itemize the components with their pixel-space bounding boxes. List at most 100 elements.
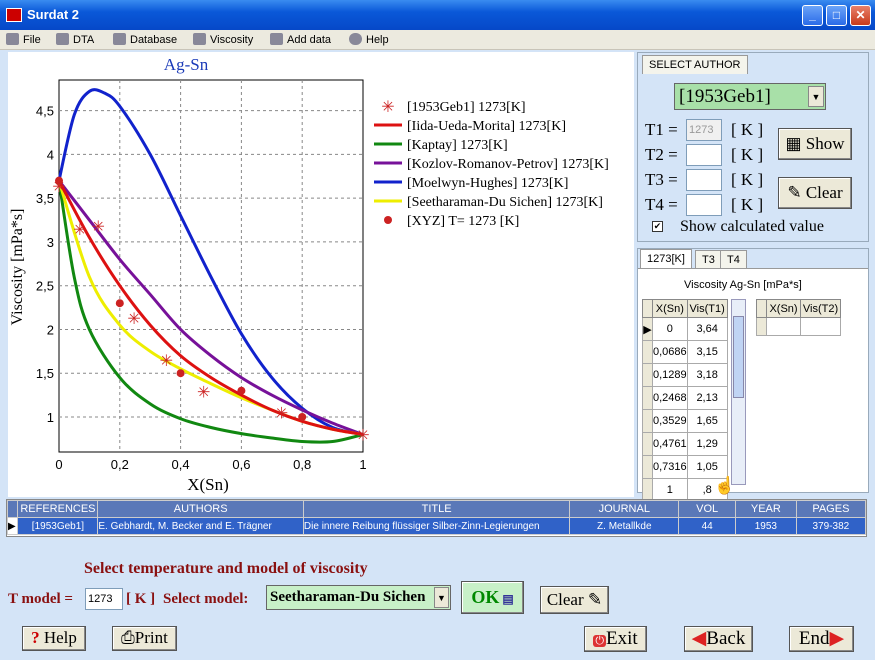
t3-label: T3 = bbox=[645, 170, 678, 189]
legend-swatch: ✳ bbox=[381, 99, 394, 116]
ref-header-year: YEAR bbox=[734, 500, 797, 518]
viscosity-icon bbox=[193, 33, 206, 45]
tab-1273k[interactable]: 1273[K] bbox=[640, 249, 692, 268]
viscosity-table[interactable]: X(Sn) Vis(T1) ▶ 0 3,64 0,0686 3,15 0,1289 3,18 0… bbox=[642, 299, 728, 502]
t2-label: T2 = bbox=[645, 145, 678, 164]
chart-title: Ag-Sn bbox=[164, 55, 209, 74]
x-tick-label: 0,8 bbox=[293, 457, 311, 472]
menu-dta[interactable]: DTA bbox=[56, 33, 94, 46]
legend-label: [1953Geb1] 1273[K] bbox=[407, 100, 526, 115]
t2-input[interactable] bbox=[686, 144, 722, 166]
table-cell[interactable]: 0,2468 bbox=[652, 386, 688, 410]
table-row[interactable]: ▶ 0 3,64 bbox=[642, 317, 728, 341]
exit-button[interactable]: ⏻ Exit bbox=[584, 626, 647, 652]
table-cell[interactable]: 0 bbox=[652, 317, 688, 341]
grid-caption: Viscosity Ag-Sn [mPa*s] bbox=[684, 279, 802, 291]
show-calculated-checkbox[interactable]: ✔ bbox=[652, 221, 663, 232]
model-select[interactable]: Seetharaman-Du Sichen ▼ bbox=[266, 585, 451, 610]
geb-data-point: ✳ bbox=[127, 311, 140, 328]
table-cell[interactable]: 3,15 bbox=[686, 340, 728, 364]
ref-header-journal: JOURNAL bbox=[569, 500, 680, 518]
menu-database[interactable]: Database bbox=[113, 33, 177, 46]
t1-unit: [ K ] bbox=[731, 120, 764, 139]
menu-file[interactable]: File bbox=[6, 33, 41, 46]
table-cell[interactable]: 1,65 bbox=[686, 409, 728, 433]
clear-model-button[interactable]: Clear ✎ bbox=[540, 586, 609, 614]
t-model-unit: [ K ] bbox=[126, 591, 156, 607]
end-button[interactable]: End▶ bbox=[789, 626, 854, 652]
y-tick-label: 4 bbox=[47, 147, 54, 162]
xyz-data-point bbox=[115, 299, 124, 308]
table-cell[interactable]: 0,1289 bbox=[652, 363, 688, 387]
t1-label: T1 = bbox=[645, 120, 678, 139]
menu-help[interactable]: Help bbox=[349, 33, 389, 46]
tab-select-author[interactable]: SELECT AUTHOR bbox=[642, 55, 748, 74]
minimize-button[interactable]: _ bbox=[802, 5, 823, 26]
t3-input[interactable] bbox=[686, 169, 722, 191]
x-tick-label: 0,4 bbox=[172, 457, 190, 472]
chart-grid: 0 0,2 0,4 0,6 0,8 1 1 1,5 2 2,5 3 3,5 4 4,5 bbox=[36, 79, 367, 472]
table-row[interactable]: 0,4761 1,29 bbox=[642, 432, 728, 456]
print-button[interactable]: ⎙Print bbox=[112, 626, 177, 651]
table-row[interactable]: 0,3529 1,65 bbox=[642, 409, 728, 433]
y-axis-label: Viscosity [mPa*s] bbox=[9, 209, 26, 326]
table-row[interactable]: 0,0686 3,15 bbox=[642, 340, 728, 364]
table-cell[interactable]: 0,0686 bbox=[652, 340, 688, 364]
ref-cell[interactable]: 1953 bbox=[734, 517, 797, 535]
ref-cell[interactable]: [1953Geb1] bbox=[17, 517, 99, 535]
ref-cell[interactable]: E. Gebhardt, M. Becker and E. Trägner bbox=[97, 517, 304, 535]
ok-button[interactable]: OK ▤ bbox=[461, 581, 524, 614]
tab-t4[interactable]: T4 bbox=[720, 250, 747, 269]
power-icon: ⏻ bbox=[593, 635, 607, 647]
title-bar: Surdat 2 _ □ ✕ bbox=[0, 0, 875, 30]
table-row[interactable]: 0,1289 3,18 bbox=[642, 363, 728, 387]
ref-header-authors: AUTHORS bbox=[97, 500, 304, 518]
arrow-right-icon: ▶ bbox=[829, 628, 845, 649]
ref-cell[interactable]: Z. Metallkde bbox=[569, 517, 680, 535]
table-cell[interactable]: 0,3529 bbox=[652, 409, 688, 433]
database-icon bbox=[113, 33, 126, 45]
chevron-down-icon[interactable]: ▼ bbox=[434, 587, 449, 608]
eraser-icon: ✎ bbox=[583, 590, 603, 609]
xyz-data-point bbox=[298, 412, 307, 421]
table-cell[interactable]: 2,13 bbox=[686, 386, 728, 410]
table-cell[interactable]: 0,4761 bbox=[652, 432, 688, 456]
menu-viscosity[interactable]: Viscosity bbox=[193, 33, 253, 46]
ref-cell[interactable]: 44 bbox=[678, 517, 736, 535]
t4-input[interactable] bbox=[686, 194, 722, 216]
file-icon bbox=[6, 33, 19, 45]
t1-input[interactable]: 1273 bbox=[686, 119, 722, 141]
y-tick-label: 1,5 bbox=[36, 366, 54, 381]
model-heading: Select temperature and model of viscosit… bbox=[84, 560, 368, 577]
table-row[interactable]: 0,2468 2,13 bbox=[642, 386, 728, 410]
window-title: Surdat 2 bbox=[27, 7, 80, 22]
x-axis-label: X(Sn) bbox=[187, 475, 229, 494]
viscosity-grid-panel: 1273[K] T3 T4 Viscosity Ag-Sn [mPa*s] X(… bbox=[637, 248, 869, 502]
table-cell[interactable]: 3,18 bbox=[686, 363, 728, 387]
chevron-down-icon[interactable]: ▼ bbox=[808, 86, 824, 107]
legend-label: [XYZ] T= 1273 [K] bbox=[407, 214, 519, 229]
close-button[interactable]: ✕ bbox=[850, 5, 871, 26]
table-scrollbar[interactable] bbox=[731, 299, 746, 485]
table-cell[interactable]: 0,7316 bbox=[652, 455, 688, 479]
ref-cell[interactable]: Die innere Reibung flüssiger Silber-Zinn… bbox=[302, 517, 571, 535]
table-cell[interactable]: 1,29 bbox=[686, 432, 728, 456]
help-button[interactable]: ? Help bbox=[22, 626, 86, 651]
author-select[interactable]: [1953Geb1] ▼ bbox=[674, 83, 826, 110]
x-tick-label: 0,6 bbox=[232, 457, 250, 472]
show-button[interactable]: ▦ Show bbox=[778, 128, 852, 160]
references-table[interactable]: REFERENCES AUTHORS TITLE JOURNAL VOL YEAR PAGE… bbox=[6, 499, 867, 537]
tab-t3[interactable]: T3 bbox=[695, 250, 722, 269]
back-button[interactable]: ◀Back bbox=[684, 626, 753, 652]
legend-label: [Seetharaman-Du Sichen] 1273[K] bbox=[407, 195, 603, 210]
table-cell[interactable]: 3,64 bbox=[686, 317, 728, 341]
clear-author-button[interactable]: ✎ Clear bbox=[778, 177, 852, 209]
chart-legend: ✳ [1953Geb1] 1273[K] [Iida-Ueda-Morita] 12… bbox=[370, 94, 634, 231]
maximize-button[interactable]: □ bbox=[826, 5, 847, 26]
ref-cell[interactable]: 379-382 bbox=[795, 517, 867, 535]
menu-add-data[interactable]: Add data bbox=[270, 33, 331, 46]
y-tick-label: 4,5 bbox=[36, 104, 54, 119]
t-model-input[interactable]: 1273 bbox=[85, 588, 123, 610]
viscosity-table-2[interactable]: X(Sn) Vis(T2) bbox=[756, 299, 841, 336]
table-row[interactable]: ▶ [1953Geb1] E. Gebhardt, M. Becker and E.… bbox=[6, 517, 867, 535]
